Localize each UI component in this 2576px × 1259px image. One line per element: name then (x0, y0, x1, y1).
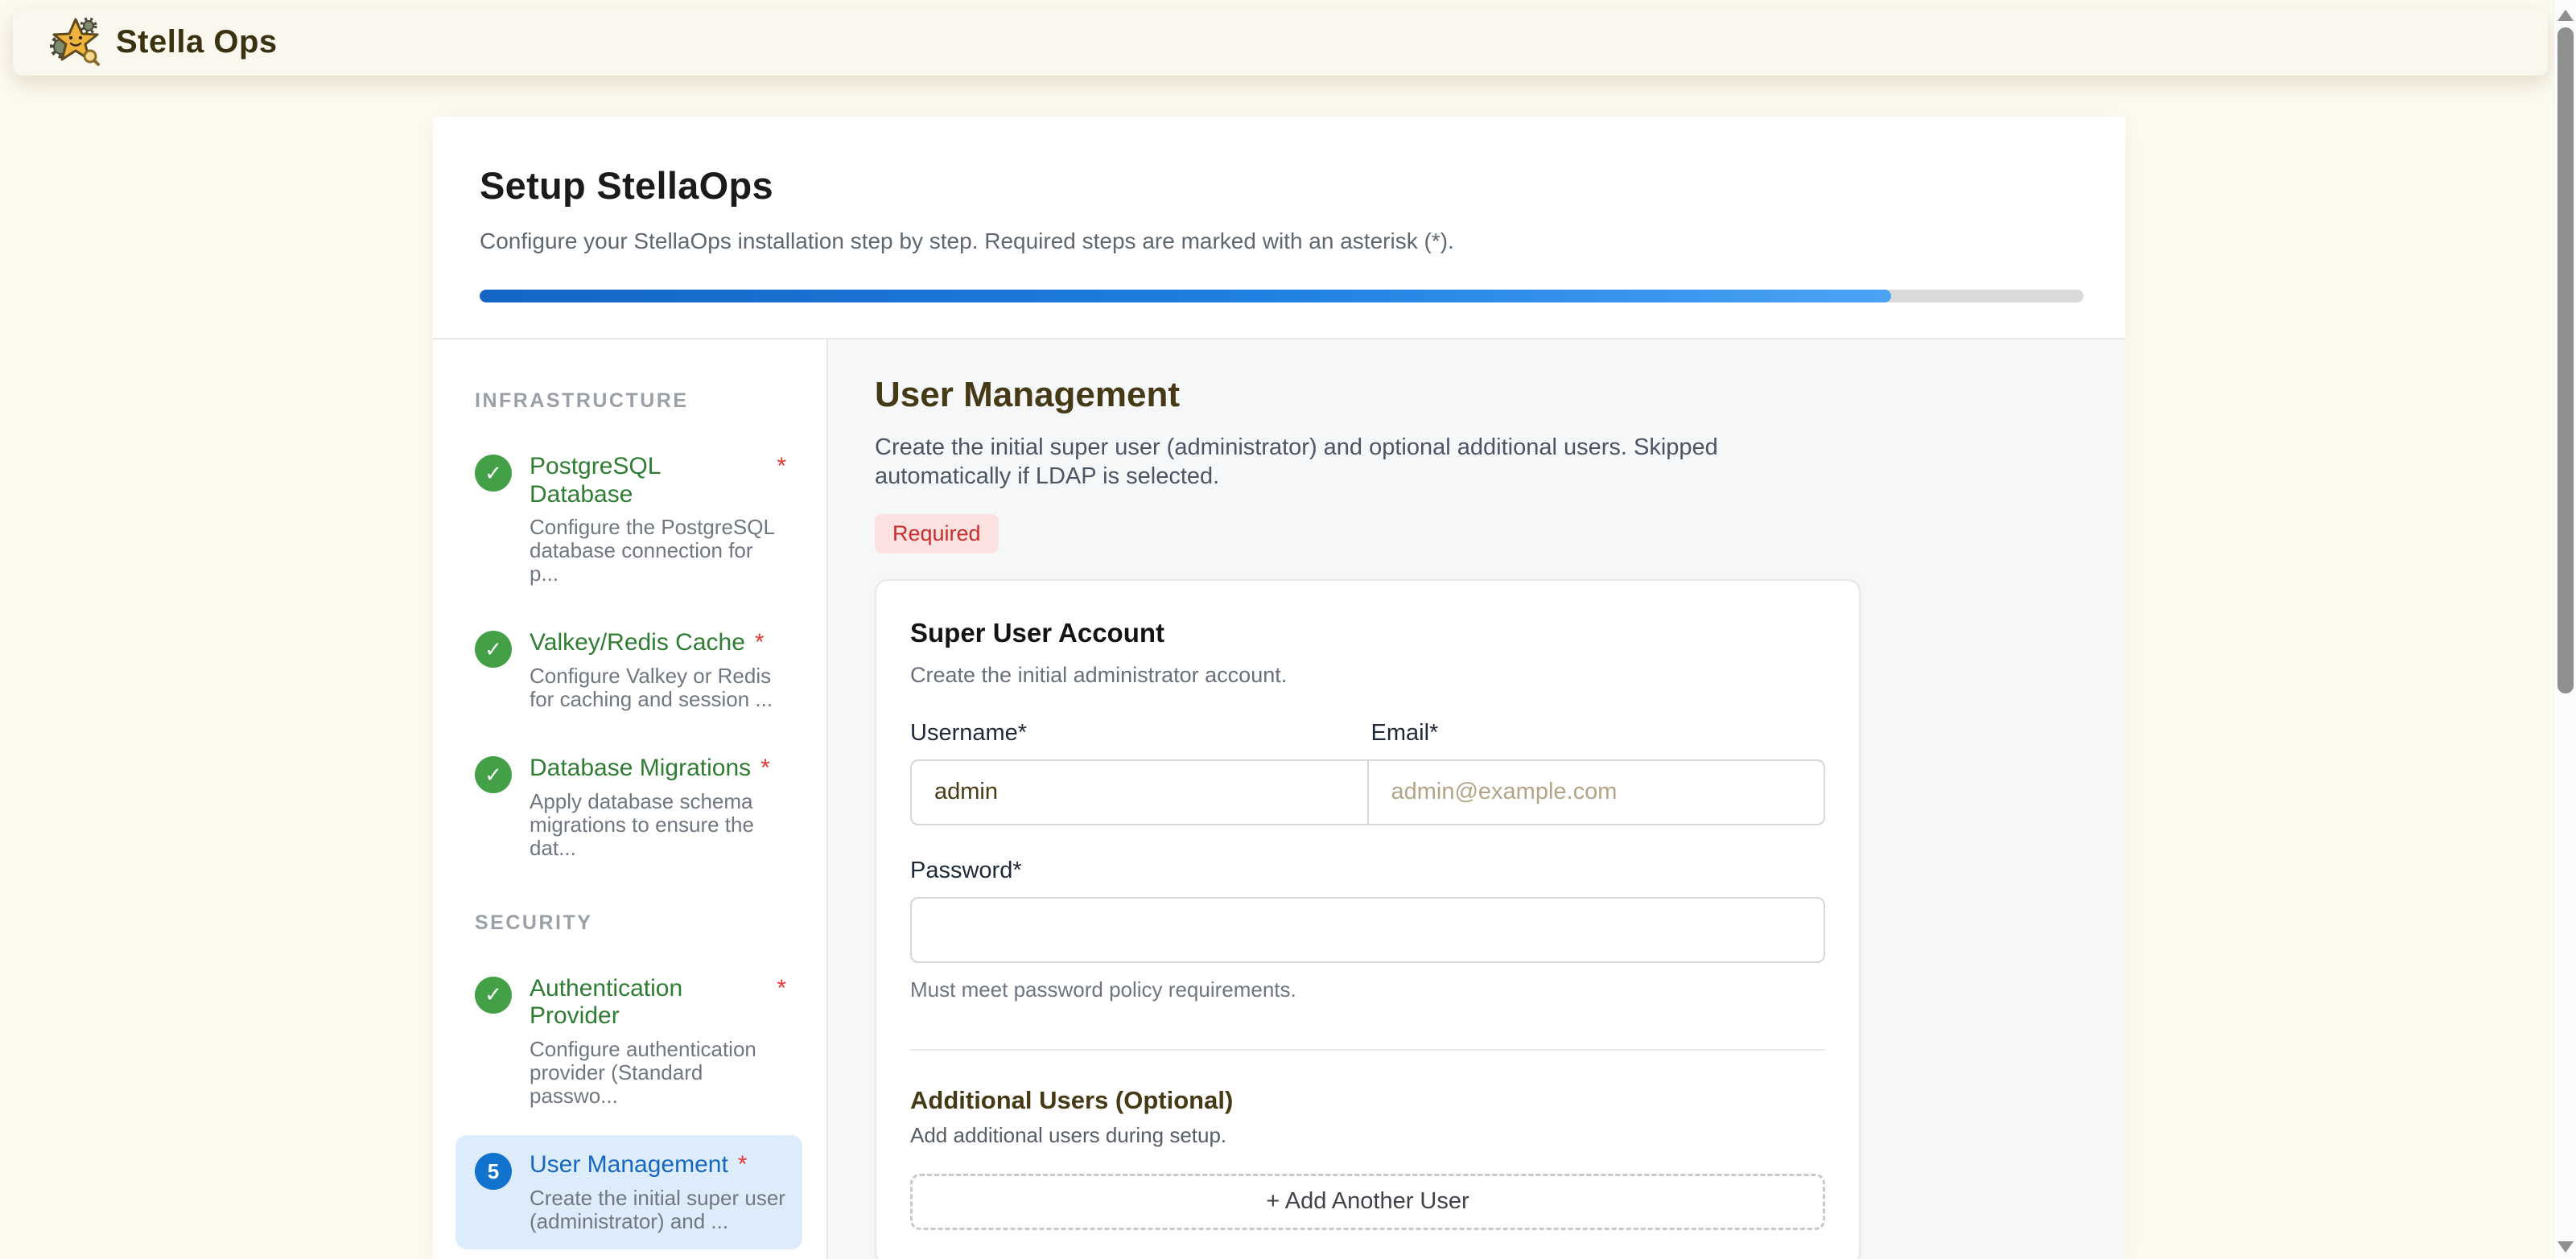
step-description: Apply database schema migrations to ensu… (530, 790, 786, 860)
page-subtitle: Configure your StellaOps installation st… (480, 228, 2079, 254)
step-content-description: Create the initial super user (administr… (875, 433, 1768, 492)
step-title: Valkey/Redis Cache * (530, 629, 786, 657)
sidebar-item-valkey-redis-cache[interactable]: ✓ Valkey/Redis Cache * Configure Valkey o… (455, 613, 802, 727)
additional-users-title: Additional Users (Optional) (910, 1086, 1825, 1115)
sidebar-item-postgresql-database[interactable]: ✓ PostgreSQL Database* Configure the Pos… (455, 437, 802, 602)
content-body: INFRASTRUCTURE ✓ PostgreSQL Database* Co… (433, 339, 2125, 1259)
progress-fill (480, 290, 1891, 302)
step-content-title: User Management (875, 375, 2125, 415)
username-label: Username* (910, 720, 1365, 747)
sidebar-item-database-migrations[interactable]: ✓ Database Migrations * Apply database sc… (455, 739, 802, 876)
step-text: User Management * Create the initial supe… (530, 1151, 786, 1233)
email-input[interactable] (1367, 759, 1826, 825)
field-labels-row: Username* Email* (910, 720, 1825, 747)
step-title-text: User Management (530, 1151, 728, 1179)
brand-home-link[interactable]: Stella Ops (50, 16, 278, 68)
username-input[interactable] (910, 759, 1369, 825)
email-label: Email* (1365, 720, 1826, 747)
section-label-infrastructure: INFRASTRUCTURE (455, 389, 802, 413)
step-text: Authentication Provider* Configure authe… (530, 975, 786, 1108)
setup-header: Setup StellaOps Configure your StellaOps… (433, 117, 2125, 339)
step-title-text: Valkey/Redis Cache (530, 629, 745, 657)
super-user-card-title: Super User Account (910, 618, 1825, 648)
scrollbar-thumb[interactable] (2557, 27, 2574, 693)
stella-ops-logo-icon (50, 16, 101, 68)
step-title-text: PostgreSQL Database (530, 453, 767, 508)
sidebar-item-user-management[interactable]: 5 User Management * Create the initial su… (455, 1135, 802, 1249)
required-asterisk: * (738, 1151, 748, 1179)
top-navbar: Stella Ops (13, 8, 2548, 76)
page-title: Setup StellaOps (480, 163, 2079, 208)
vertical-scrollbar[interactable] (2553, 0, 2576, 1259)
check-icon: ✓ (475, 977, 512, 1014)
password-input[interactable] (910, 897, 1825, 963)
setup-panel: Setup StellaOps Configure your StellaOps… (433, 117, 2125, 1259)
sidebar-item-authentication-provider[interactable]: ✓ Authentication Provider* Configure aut… (455, 959, 802, 1124)
step-number-badge: 5 (475, 1153, 512, 1190)
required-asterisk: * (777, 453, 786, 508)
step-description: Create the initial super user (administr… (530, 1187, 786, 1233)
super-user-card: Super User Account Create the initial ad… (875, 579, 1861, 1259)
step-title-text: Authentication Provider (530, 975, 767, 1031)
check-icon: ✓ (475, 631, 512, 668)
step-title-text: Database Migrations (530, 755, 751, 783)
step-text: Database Migrations * Apply database sche… (530, 755, 786, 860)
scroll-up-arrow-icon[interactable] (2557, 10, 2574, 21)
additional-users-subtitle: Add additional users during setup. (910, 1123, 1825, 1148)
steps-sidebar: INFRASTRUCTURE ✓ PostgreSQL Database* Co… (433, 339, 828, 1259)
required-asterisk: * (760, 755, 770, 783)
step-title: Authentication Provider* (530, 975, 786, 1031)
step-title: User Management * (530, 1151, 786, 1179)
step-text: Valkey/Redis Cache * Configure Valkey or … (530, 629, 786, 711)
step-title: Database Migrations * (530, 755, 786, 783)
required-status-badge: Required (875, 514, 999, 553)
step-title: PostgreSQL Database* (530, 453, 786, 508)
username-email-input-group (910, 759, 1825, 825)
check-icon: ✓ (475, 756, 512, 793)
super-user-card-subtitle: Create the initial administrator account… (910, 663, 1825, 688)
password-label: Password* (910, 858, 1825, 884)
required-asterisk: * (755, 629, 765, 657)
step-description: Configure Valkey or Redis for caching an… (530, 664, 786, 711)
section-divider (910, 1049, 1825, 1051)
required-asterisk: * (777, 975, 786, 1031)
step-description: Configure authentication provider (Stand… (530, 1038, 786, 1108)
step-text: PostgreSQL Database* Configure the Postg… (530, 453, 786, 586)
password-hint: Must meet password policy requirements. (910, 977, 1825, 1002)
step-content: User Management Create the initial super… (828, 339, 2125, 1259)
check-icon: ✓ (475, 455, 512, 492)
brand-name: Stella Ops (116, 24, 278, 60)
add-another-user-button[interactable]: + Add Another User (910, 1174, 1825, 1230)
section-label-security: SECURITY (455, 911, 802, 935)
setup-progress-bar (480, 290, 2083, 302)
scroll-down-arrow-icon[interactable] (2557, 1241, 2574, 1253)
step-description: Configure the PostgreSQL database connec… (530, 516, 786, 586)
